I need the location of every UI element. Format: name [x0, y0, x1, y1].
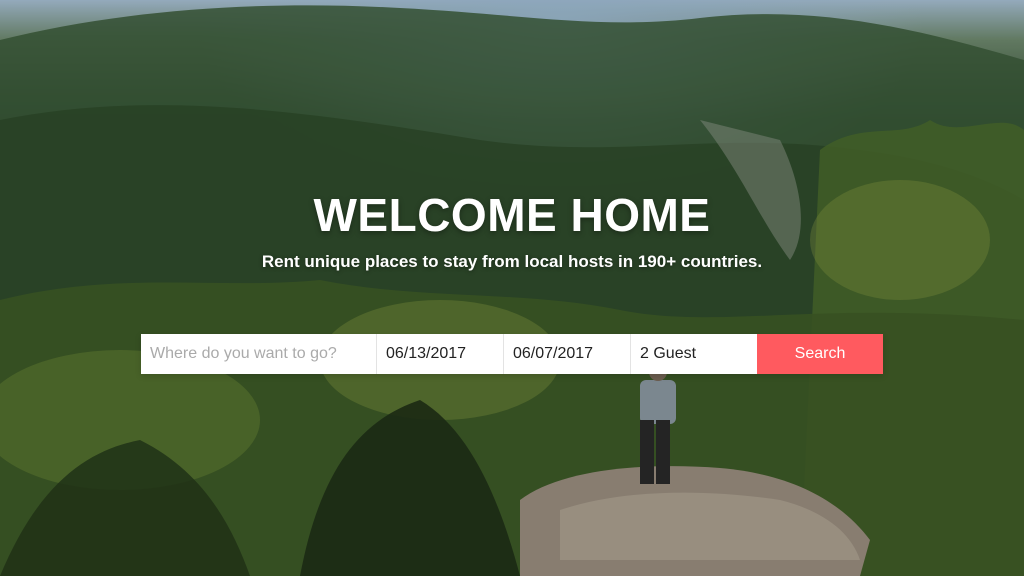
guests-select[interactable]: 2 Guest: [630, 334, 757, 374]
checkout-date-input[interactable]: [503, 334, 630, 374]
hero-subtitle: Rent unique places to stay from local ho…: [261, 252, 763, 271]
hero-section: WELCOME HOME Rent unique places to stay …: [0, 0, 1024, 576]
search-bar: 2 Guest Search: [141, 334, 883, 374]
guests-value: 2 Guest: [640, 345, 697, 362]
hero-content: WELCOME HOME Rent unique places to stay …: [0, 0, 1024, 576]
search-button[interactable]: Search: [757, 334, 883, 374]
destination-input[interactable]: [141, 334, 376, 374]
hero-title: WELCOME HOME: [313, 189, 711, 241]
checkin-date-input[interactable]: [376, 334, 503, 374]
